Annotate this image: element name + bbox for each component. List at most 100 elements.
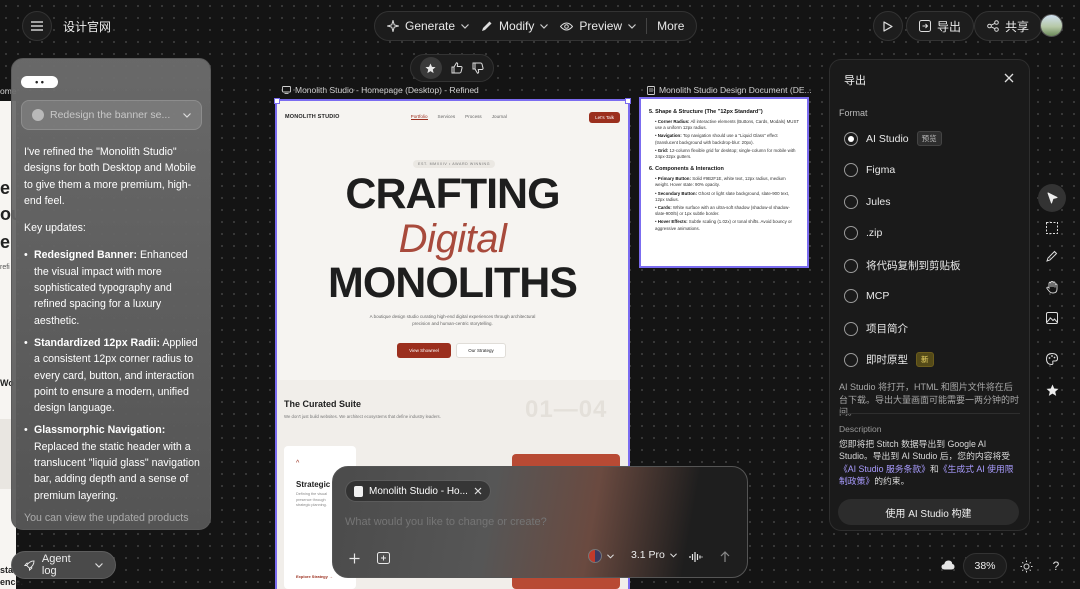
frame-nav-item[interactable]: Process — [465, 114, 482, 120]
model-selector[interactable]: 3.1 Pro — [631, 549, 677, 561]
option-mcp[interactable]: MCP — [844, 289, 889, 303]
radio[interactable] — [844, 321, 858, 336]
prompt-input[interactable] — [345, 512, 735, 532]
option-ai-studio[interactable]: AI Studio 预览 — [844, 131, 942, 146]
radio[interactable] — [844, 289, 858, 303]
feedback-bar — [410, 54, 494, 82]
terms-link[interactable]: 《AI Studio 服务条款》 — [839, 464, 930, 474]
frame-suite-number: 01—04 — [525, 396, 608, 423]
send-arrow-icon[interactable] — [720, 551, 730, 563]
rocket-icon — [24, 559, 35, 571]
frame-hero-line3: MONOLITHS — [328, 259, 578, 307]
option-jules[interactable]: Jules — [844, 195, 891, 209]
chat-panel: • • Redesign the banner se... I've refin… — [11, 58, 211, 530]
doc-section5-list: • Corner Radius: All interactive element… — [649, 119, 799, 160]
option-project-brief[interactable]: 项目简介 — [844, 321, 908, 336]
doc-item: • Cards: White surface with an ultra-sof… — [655, 205, 790, 217]
frame-eyebrow: EST. MMXXIV • AWARD WINNING — [413, 160, 496, 168]
option-figma[interactable]: Figma — [844, 163, 895, 177]
context-dropdown[interactable]: Redesign the banner se... — [21, 100, 202, 130]
thumbs-up-icon[interactable] — [451, 62, 463, 74]
cloud-icon — [941, 560, 955, 570]
doc-section5-title: 5. Shape & Structure (The "12px Standard… — [649, 109, 763, 115]
doc-section6-title: 6. Components & Interaction — [649, 166, 724, 173]
selection-handle[interactable] — [274, 98, 280, 104]
draw-tool[interactable] — [1042, 246, 1062, 266]
project-title[interactable]: 设计官网 — [63, 18, 111, 35]
chevron-down-icon — [183, 112, 191, 118]
pan-tool[interactable] — [1042, 277, 1062, 297]
chat-trailing: You can view the updated products — [24, 511, 189, 524]
radio[interactable] — [844, 352, 858, 367]
frame-cta-primary[interactable]: View Showreel — [397, 343, 451, 358]
more-button[interactable]: More — [651, 11, 690, 41]
option-instant-prototype[interactable]: 即时原型新 — [844, 352, 934, 367]
top-bar: 设计官网 Generate Modify Preview More 导出 共享 — [0, 0, 1080, 52]
voice-icon[interactable] — [689, 551, 703, 563]
doc-item: • Navigation: Top navigation should use … — [655, 133, 778, 145]
chevron-down-icon — [461, 23, 469, 29]
radio[interactable] — [844, 226, 858, 240]
option-copy-code[interactable]: 将代码复制到剪贴板 — [844, 258, 961, 273]
frame-hero-sub: A boutique design studio curating high-e… — [369, 314, 536, 326]
export-button[interactable]: 导出 — [906, 11, 975, 41]
select-tool[interactable] — [1038, 184, 1066, 212]
add-frame-icon[interactable] — [377, 552, 390, 564]
frame-nav-item[interactable]: Services — [438, 114, 456, 120]
selection-handle[interactable] — [625, 98, 631, 104]
pen-icon — [1046, 250, 1058, 262]
play-button[interactable] — [873, 11, 903, 41]
doc-frame[interactable]: 5. Shape & Structure (The "12px Standard… — [639, 97, 809, 268]
export-panel: 导出 Format AI Studio 预览 Figma Jules .zip 将… — [829, 59, 1030, 531]
close-icon[interactable] — [1004, 73, 1014, 83]
radio[interactable] — [844, 163, 858, 177]
toolbar-divider — [646, 18, 648, 34]
frame-nav-cta[interactable]: Let's Talk — [589, 111, 620, 123]
export-panel-title: 导出 — [844, 75, 866, 87]
build-with-ai-studio-button[interactable]: 使用 AI Studio 构建 — [838, 499, 1019, 525]
share-button[interactable]: 共享 — [974, 11, 1043, 41]
hamburger-icon — [31, 21, 43, 31]
marquee-tool[interactable] — [1042, 218, 1062, 238]
avatar[interactable] — [1040, 14, 1063, 37]
frame-nav-item[interactable]: Journal — [492, 114, 507, 120]
palette-icon — [1046, 353, 1058, 365]
agent-log-label: Agent log — [41, 553, 71, 577]
brightness-button[interactable] — [1016, 556, 1036, 576]
star-button[interactable] — [419, 57, 442, 79]
format-label: Format — [839, 108, 868, 118]
frame-cta-secondary[interactable]: Our Strategy — [456, 343, 506, 358]
favorites-tool[interactable] — [1042, 380, 1062, 400]
frame-nav-item[interactable]: Portfolio — [410, 114, 428, 120]
doc-item: • Secondary Button: Ghost or light slate… — [655, 190, 790, 202]
model-label: 3.1 Pro — [631, 549, 665, 561]
help-button[interactable]: ? — [1044, 554, 1068, 578]
menu-button[interactable] — [22, 11, 52, 41]
dropdown-text: Redesign the banner se... — [50, 109, 171, 121]
sun-icon — [1020, 560, 1032, 572]
eye-icon — [560, 22, 574, 30]
cloud-sync-button[interactable] — [937, 554, 959, 576]
toolbar-group: Generate Modify Preview More — [374, 11, 698, 41]
radio-selected[interactable] — [844, 131, 858, 146]
generate-button[interactable]: Generate — [381, 11, 475, 41]
plus-icon[interactable] — [349, 553, 360, 564]
marquee-select-icon — [1046, 222, 1058, 234]
radio[interactable] — [844, 195, 858, 209]
agent-log-button[interactable]: Agent log — [11, 551, 116, 579]
frame-chip[interactable]: Monolith Studio - Ho... — [345, 480, 491, 502]
cursor-icon — [1047, 192, 1057, 204]
zoom-level[interactable]: 38% — [963, 553, 1007, 579]
theme-picker[interactable] — [588, 549, 614, 563]
doc-frame-label: Monolith Studio Design Document (DE... — [647, 85, 812, 95]
thumbs-down-icon[interactable] — [472, 62, 484, 74]
close-icon[interactable] — [474, 487, 482, 495]
doc-item: • Corner Radius: All interactive element… — [655, 119, 799, 131]
image-tool[interactable] — [1042, 308, 1062, 328]
modify-button[interactable]: Modify — [475, 11, 554, 41]
radio[interactable] — [844, 258, 858, 273]
option-zip[interactable]: .zip — [844, 226, 882, 240]
preview-button[interactable]: Preview — [554, 11, 642, 41]
frame-card-link[interactable]: Explore Strategy → — [296, 574, 333, 579]
theme-tool[interactable] — [1042, 349, 1062, 369]
